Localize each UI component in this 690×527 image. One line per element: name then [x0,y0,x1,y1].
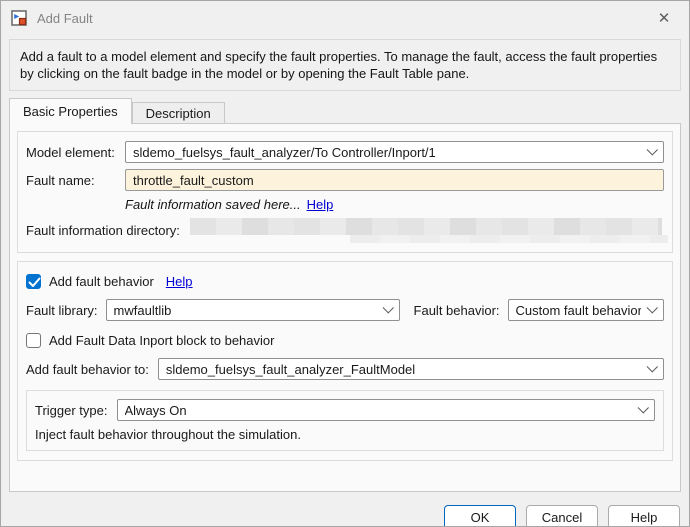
title-bar: Add Fault ✕ [1,1,689,35]
fault-directory-label: Fault information directory: [26,223,180,238]
chevron-down-icon [638,402,649,413]
model-element-label: Model element: [26,145,125,160]
fault-behavior-combobox[interactable]: Custom fault behavior... [508,299,664,321]
behavior-to-label: Add fault behavior to: [26,362,149,377]
redacted-directory-path [190,218,662,235]
tab-basic-properties[interactable]: Basic Properties [9,98,132,124]
ok-button[interactable]: OK [444,505,516,527]
dialog-description: Add a fault to a model element and speci… [9,39,681,91]
fault-behavior-label: Fault behavior: [414,303,500,318]
fault-info-note: Fault information saved here... [125,197,301,212]
chevron-down-icon [647,302,658,313]
add-fault-behavior-checkbox[interactable] [26,274,41,289]
trigger-type-label: Trigger type: [35,403,108,418]
fault-library-value: mwfaultlib [114,303,377,318]
trigger-note: Inject fault behavior throughout the sim… [35,427,301,442]
close-icon[interactable]: ✕ [649,4,679,32]
simulink-model-icon [11,10,28,27]
fault-library-label: Fault library: [26,303,98,318]
trigger-type-combobox[interactable]: Always On [117,399,656,421]
chevron-down-icon [382,302,393,313]
model-element-combobox[interactable]: sldemo_fuelsys_fault_analyzer/To Control… [125,141,664,163]
add-fault-dialog: Add Fault ✕ Add a fault to a model eleme… [0,0,690,527]
add-fault-behavior-label[interactable]: Add fault behavior [49,274,154,289]
fault-behavior-group: Add fault behavior Help Fault library: m… [17,261,673,461]
button-bar: OK Cancel Help [1,492,689,527]
fault-library-combobox[interactable]: mwfaultlib [106,299,400,321]
tab-strip: Basic Properties Description [9,98,689,123]
chevron-down-icon [647,361,658,372]
basic-properties-panel: Model element: sldemo_fuelsys_fault_anal… [9,123,681,492]
fault-info-help-link[interactable]: Help [307,197,334,212]
add-inport-checkbox[interactable] [26,333,41,348]
fault-behavior-value: Custom fault behavior... [516,303,641,318]
fault-name-label: Fault name: [26,173,125,188]
model-element-value: sldemo_fuelsys_fault_analyzer/To Control… [133,145,641,160]
window-title: Add Fault [37,11,93,26]
behavior-to-combobox[interactable]: sldemo_fuelsys_fault_analyzer_FaultModel [158,358,664,380]
trigger-group: Trigger type: Always On Inject fault beh… [26,390,664,451]
cancel-button[interactable]: Cancel [526,505,598,527]
add-fault-behavior-help-link[interactable]: Help [166,274,193,289]
redacted-directory-path-2 [350,235,668,243]
help-button[interactable]: Help [608,505,680,527]
fault-name-input[interactable] [125,169,664,191]
trigger-type-value: Always On [125,403,633,418]
add-inport-label[interactable]: Add Fault Data Inport block to behavior [49,333,274,348]
behavior-to-value: sldemo_fuelsys_fault_analyzer_FaultModel [166,362,641,377]
chevron-down-icon [647,144,658,155]
tab-description[interactable]: Description [132,102,225,124]
fault-identity-group: Model element: sldemo_fuelsys_fault_anal… [17,131,673,253]
